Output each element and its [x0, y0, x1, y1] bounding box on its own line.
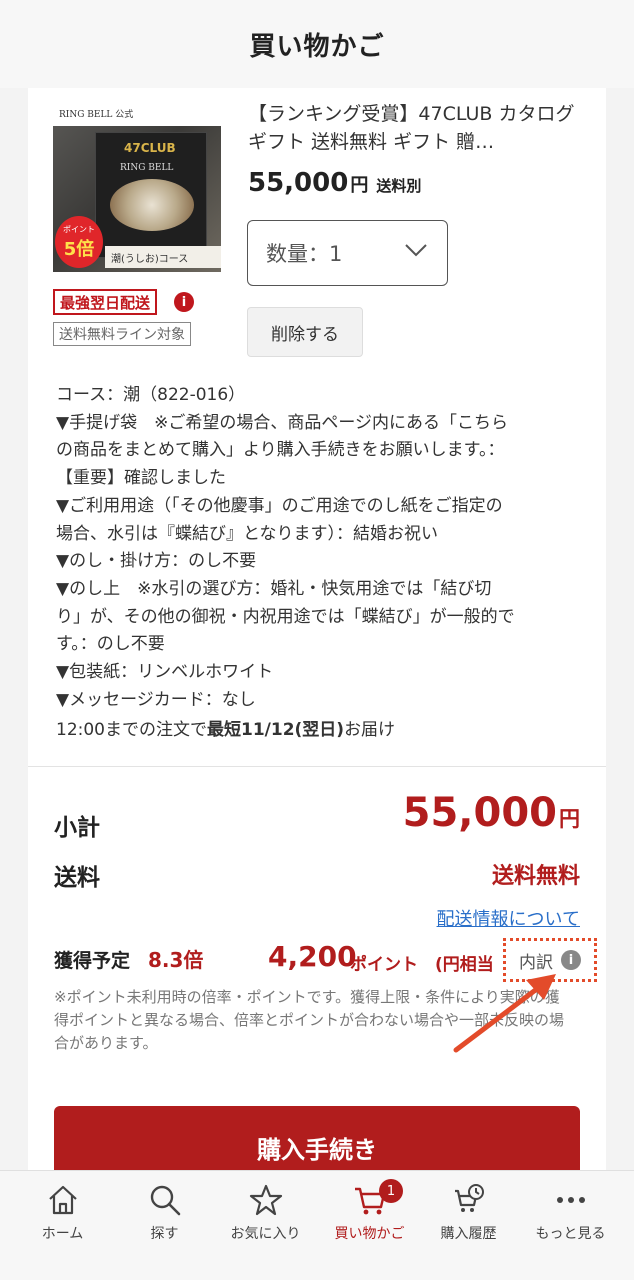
- points-unit: ポイント: [350, 955, 418, 975]
- option-line: り」が、その他の御祝・内祝用途では「蝶結び」が一般的で: [56, 606, 515, 627]
- quantity-select[interactable]: 数量：1: [247, 220, 448, 286]
- tab-home[interactable]: ホーム: [10, 1171, 115, 1271]
- image-logo-text: 47CLUB: [124, 141, 176, 155]
- option-line: ▼包装紙：リンベルホワイト: [56, 662, 274, 683]
- product-image[interactable]: RING BELL 公式 47CLUB RING BELL ポイント 5倍 潮(…: [53, 104, 221, 272]
- delete-button[interactable]: 削除する: [247, 307, 363, 357]
- option-line: 【重要】確認しました: [56, 468, 226, 489]
- tab-history[interactable]: 購入履歴: [416, 1171, 521, 1271]
- chevron-down-icon: [405, 244, 427, 257]
- next-day-delivery-tag: 最強翌日配送: [53, 289, 158, 315]
- points-breakdown-button[interactable]: 内訳 i: [503, 938, 597, 982]
- option-line: ▼メッセージカード：なし: [56, 689, 256, 710]
- image-course-text: 潮(うしお)コース: [105, 246, 221, 268]
- image-brand-text: RING BELL 公式: [59, 110, 134, 120]
- tab-more[interactable]: もっと見る: [518, 1171, 623, 1271]
- points-note: ※ポイント未利用時の倍率・ポイントです。獲得上限・条件により実際の獲得ポイントと…: [54, 988, 565, 1052]
- home-icon: [48, 1185, 77, 1215]
- tab-cart[interactable]: 1 買い物かご: [317, 1171, 422, 1271]
- subtotal-value: 55,000 円: [402, 790, 580, 836]
- header: 買い物かご: [0, 0, 634, 88]
- image-subbrand-text: RING BELL: [120, 163, 174, 173]
- free-shipping-line-tag: 送料無料ライン対象: [53, 322, 191, 346]
- points-equivalent: (円相当: [435, 955, 494, 975]
- shipping-label: 送料: [54, 865, 100, 891]
- points-multiplier: 8.3倍: [148, 948, 204, 972]
- search-icon: [150, 1185, 180, 1216]
- tab-search[interactable]: 探す: [112, 1171, 217, 1271]
- points-value: 4,200: [268, 940, 357, 973]
- cart-item-card: RING BELL 公式 47CLUB RING BELL ポイント 5倍 潮(…: [28, 88, 606, 1186]
- history-icon: [454, 1184, 484, 1212]
- product-price: 55,000 円 送料別: [248, 168, 422, 198]
- point-badge: ポイント 5倍: [55, 216, 103, 268]
- page-title: 買い物かご: [249, 31, 385, 62]
- product-title[interactable]: 【ランキング受賞】47CLUB カタログギフト 送料無料 ギフト 贈…: [248, 100, 588, 156]
- tab-favorites[interactable]: お気に入り: [213, 1171, 318, 1271]
- delivery-estimate: 12:00までの注文で最短11/12(翌日)お届け: [56, 720, 396, 740]
- option-line: ▼ご利用用途（「その他慶事」のご用途でのし紙をご指定の: [56, 495, 503, 516]
- shipping-info-link[interactable]: 配送情報について: [437, 905, 580, 931]
- option-line: ▼のし・掛け方：のし不要: [56, 551, 257, 572]
- food-plate-illustration: [110, 179, 194, 231]
- item-options: コース：潮（822-016） ▼手提げ袋 ※ご希望の場合、商品ページ内にある「こ…: [56, 382, 596, 714]
- info-icon: i: [561, 950, 581, 970]
- option-line: す。：のし不要: [56, 634, 165, 655]
- shipping-value: 送料無料: [491, 864, 580, 889]
- cart-count-badge: 1: [379, 1179, 403, 1203]
- option-line: ▼のし上 ※水引の選び方：婚礼・快気用途では「結び切: [56, 578, 492, 599]
- info-icon[interactable]: i: [174, 292, 194, 312]
- option-line: コース：潮（822-016）: [56, 385, 246, 405]
- option-line: ▼手提げ袋 ※ご希望の場合、商品ページ内にある「こちら: [56, 412, 508, 433]
- shipping-note: 送料別: [376, 177, 422, 195]
- subtotal-label: 小計: [54, 815, 100, 841]
- option-line: の商品をまとめて購入」より購入手続きをお願いします。：: [56, 440, 505, 461]
- option-line: 場合、水引は『蝶結び』となります）：結婚お祝い: [56, 523, 438, 544]
- more-icon: [556, 1197, 585, 1203]
- points-label: 獲得予定: [54, 950, 131, 972]
- star-icon: [249, 1184, 282, 1216]
- divider: [28, 766, 606, 767]
- bottom-tab-bar: ホーム 探す お気に入り 1 買い物かご 購入履歴 もっと見る: [0, 1170, 634, 1280]
